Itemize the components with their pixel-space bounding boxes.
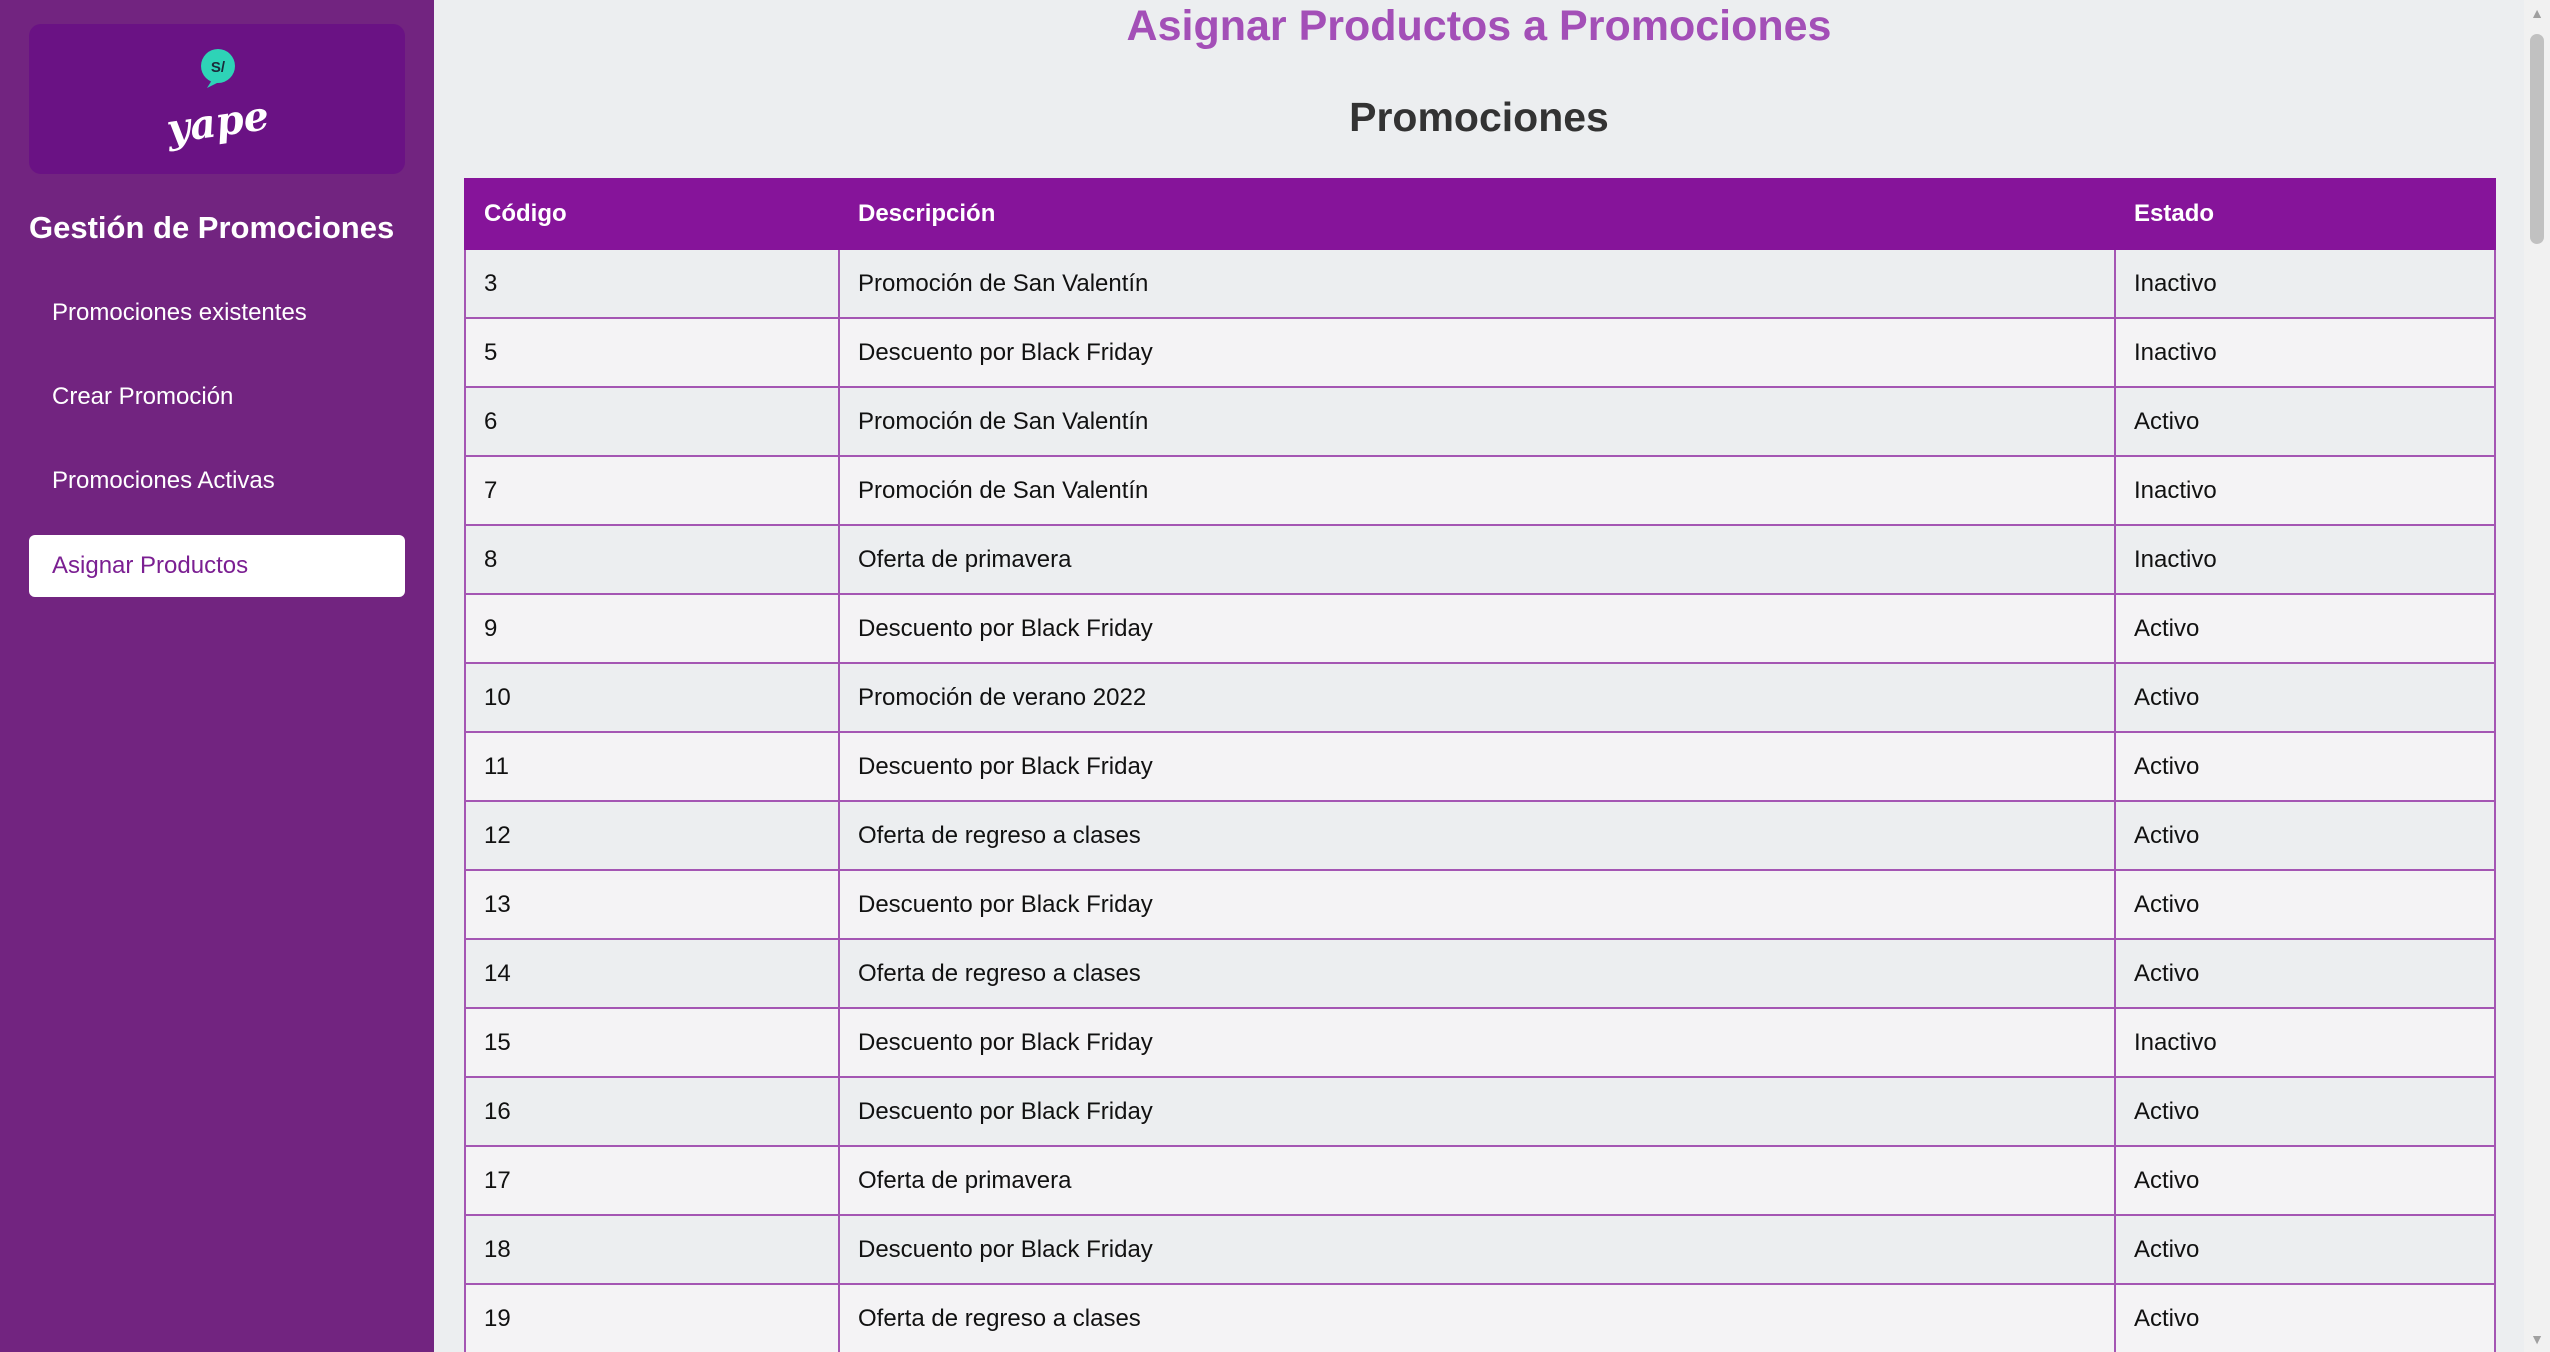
vertical-scrollbar[interactable]: ▲ ▼ [2524, 0, 2550, 1352]
cell-descripcion: Promoción de San Valentín [838, 386, 2116, 457]
scroll-down-arrow-icon[interactable]: ▼ [2524, 1326, 2550, 1352]
cell-codigo: 7 [464, 455, 840, 526]
yape-logo-icon: S/ yape [163, 49, 272, 153]
cell-descripcion: Oferta de regreso a clases [838, 1283, 2116, 1352]
table-row[interactable]: 14 Oferta de regreso a clases Activo [464, 938, 2496, 1009]
sidebar: S/ yape Gestión de Promociones Promocion… [0, 0, 434, 1352]
cell-descripcion: Descuento por Black Friday [838, 731, 2116, 802]
cell-descripcion: Descuento por Black Friday [838, 1214, 2116, 1285]
cell-descripcion: Oferta de primavera [838, 1145, 2116, 1216]
cell-estado: Activo [2114, 800, 2496, 871]
cell-codigo: 5 [464, 317, 840, 388]
cell-descripcion: Descuento por Black Friday [838, 1076, 2116, 1147]
cell-codigo: 15 [464, 1007, 840, 1078]
table-row[interactable]: 19 Oferta de regreso a clases Activo [464, 1283, 2496, 1352]
table-header-row: Código Descripción Estado [464, 178, 2496, 250]
table-header: Código Descripción Estado [464, 178, 2496, 250]
scroll-up-arrow-icon[interactable]: ▲ [2524, 0, 2550, 26]
cell-descripcion: Oferta de regreso a clases [838, 938, 2116, 1009]
cell-estado: Inactivo [2114, 455, 2496, 526]
cell-codigo: 14 [464, 938, 840, 1009]
promotions-table: Código Descripción Estado 3 Promoción de … [464, 178, 2496, 1352]
table-row[interactable]: 17 Oferta de primavera Activo [464, 1145, 2496, 1216]
cell-descripcion: Oferta de regreso a clases [838, 800, 2116, 871]
cell-estado: Activo [2114, 1283, 2496, 1352]
table-row[interactable]: 12 Oferta de regreso a clases Activo [464, 800, 2496, 871]
cell-descripcion: Promoción de San Valentín [838, 455, 2116, 526]
cell-codigo: 13 [464, 869, 840, 940]
table-row[interactable]: 15 Descuento por Black Friday Inactivo [464, 1007, 2496, 1078]
cell-estado: Activo [2114, 1214, 2496, 1285]
cell-estado: Inactivo [2114, 248, 2496, 319]
table-row[interactable]: 3 Promoción de San Valentín Inactivo [464, 248, 2496, 319]
section-title: Promociones [1349, 94, 1609, 140]
logo-badge-text: S/ [211, 59, 226, 76]
table-row[interactable]: 9 Descuento por Black Friday Activo [464, 593, 2496, 664]
cell-descripcion: Promoción de verano 2022 [838, 662, 2116, 733]
cell-codigo: 19 [464, 1283, 840, 1352]
table-row[interactable]: 11 Descuento por Black Friday Activo [464, 731, 2496, 802]
table-row[interactable]: 18 Descuento por Black Friday Activo [464, 1214, 2496, 1285]
sidebar-item-promociones-existentes[interactable]: Promociones existentes [29, 282, 405, 344]
cell-estado: Inactivo [2114, 524, 2496, 595]
cell-codigo: 18 [464, 1214, 840, 1285]
main-content: Asignar Productos a Promociones Promocio… [434, 0, 2524, 1352]
cell-codigo: 11 [464, 731, 840, 802]
cell-codigo: 16 [464, 1076, 840, 1147]
cell-estado: Activo [2114, 1076, 2496, 1147]
table-row[interactable]: 13 Descuento por Black Friday Activo [464, 869, 2496, 940]
sidebar-item-promociones-activas[interactable]: Promociones Activas [29, 450, 405, 512]
table-body: 3 Promoción de San Valentín Inactivo 5 Descu… [464, 248, 2496, 1352]
column-header-estado[interactable]: Estado [2114, 178, 2496, 250]
cell-codigo: 12 [464, 800, 840, 871]
app-root: S/ yape Gestión de Promociones Promocion… [0, 0, 2550, 1352]
table-row[interactable]: 5 Descuento por Black Friday Inactivo [464, 317, 2496, 388]
page-title: Asignar Productos a Promociones [1126, 2, 1832, 50]
cell-estado: Activo [2114, 938, 2496, 1009]
cell-estado: Inactivo [2114, 317, 2496, 388]
logo-container[interactable]: S/ yape [29, 24, 405, 174]
cell-codigo: 9 [464, 593, 840, 664]
cell-codigo: 8 [464, 524, 840, 595]
cell-descripcion: Descuento por Black Friday [838, 317, 2116, 388]
cell-estado: Activo [2114, 1145, 2496, 1216]
cell-estado: Activo [2114, 869, 2496, 940]
cell-codigo: 6 [464, 386, 840, 457]
cell-codigo: 17 [464, 1145, 840, 1216]
column-header-descripcion[interactable]: Descripción [838, 178, 2116, 250]
sidebar-item-asignar-productos[interactable]: Asignar Productos [29, 535, 405, 597]
scrollbar-thumb[interactable] [2530, 34, 2544, 244]
cell-estado: Activo [2114, 386, 2496, 457]
cell-descripcion: Descuento por Black Friday [838, 1007, 2116, 1078]
table-row[interactable]: 10 Promoción de verano 2022 Activo [464, 662, 2496, 733]
sidebar-item-crear-promocion[interactable]: Crear Promoción [29, 366, 405, 428]
cell-descripcion: Descuento por Black Friday [838, 593, 2116, 664]
table-row[interactable]: 6 Promoción de San Valentín Activo [464, 386, 2496, 457]
cell-estado: Inactivo [2114, 1007, 2496, 1078]
cell-estado: Activo [2114, 662, 2496, 733]
cell-codigo: 10 [464, 662, 840, 733]
cell-estado: Activo [2114, 593, 2496, 664]
cell-descripcion: Oferta de primavera [838, 524, 2116, 595]
table-row[interactable]: 16 Descuento por Black Friday Activo [464, 1076, 2496, 1147]
table-row[interactable]: 7 Promoción de San Valentín Inactivo [464, 455, 2496, 526]
sidebar-title: Gestión de Promociones [29, 210, 395, 245]
cell-estado: Activo [2114, 731, 2496, 802]
table-row[interactable]: 8 Oferta de primavera Inactivo [464, 524, 2496, 595]
column-header-codigo[interactable]: Código [464, 178, 840, 250]
logo-wordmark: yape [163, 92, 272, 153]
cell-descripcion: Promoción de San Valentín [838, 248, 2116, 319]
cell-descripcion: Descuento por Black Friday [838, 869, 2116, 940]
cell-codigo: 3 [464, 248, 840, 319]
